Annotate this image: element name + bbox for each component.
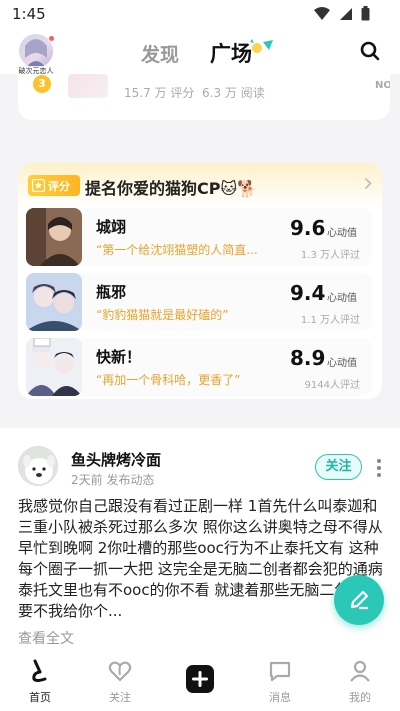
home-icon <box>32 659 47 682</box>
cp-thumbnail <box>26 273 82 331</box>
cp-quote: “豹豹猫猫就是最好磕的” <box>96 308 229 322</box>
rank-badge: 3 <box>33 75 51 93</box>
next-rank-label: NO. <box>375 80 390 91</box>
nav-messages-label: 消息 <box>269 691 291 704</box>
read-more-link[interactable]: 查看全文 <box>18 628 74 648</box>
nav-messages[interactable]: 消息 <box>255 659 305 705</box>
cp-score-unit: 心动值 <box>327 228 357 239</box>
cp-quote: “第一个给沈翊猫塑的人简直... <box>96 243 258 257</box>
status-bar: 1:45 <box>0 0 400 28</box>
cp-item-2[interactable]: 快新！ “再加一个骨科哈，更香了” 8.9 心动值 9144人评过 <box>26 338 372 396</box>
message-icon <box>269 661 291 682</box>
cp-score-unit: 心动值 <box>327 358 357 369</box>
post-meta: 2天前 发布动态 <box>71 473 155 487</box>
battery-icon <box>361 6 370 21</box>
cp-name: 城翊 <box>96 218 127 236</box>
search-icon[interactable] <box>360 41 380 61</box>
ranking-ratings: 15.7 万 评分 <box>124 86 195 100</box>
pencil-icon <box>350 590 369 610</box>
cp-card-header[interactable]: 评分 提名你爱的猫狗CP🐱🐕 <box>18 163 382 207</box>
cp-score: 9.6 <box>290 216 326 240</box>
cp-quote: “再加一个骨科哈，更香了” <box>96 373 241 387</box>
top-header: 破次元恋人 发现 广场 <box>0 28 400 76</box>
cp-name: 瓶邪 <box>96 283 127 301</box>
cp-thumbnail <box>26 208 82 266</box>
bottom-navigation: 首页 关注 消息 我的 <box>0 653 400 711</box>
cp-item-1[interactable]: 瓶邪 “豹豹猫猫就是最好磕的” 9.4 心动值 1.1 万人评过 <box>26 273 372 331</box>
post-author-avatar[interactable] <box>18 446 58 486</box>
cp-score: 8.9 <box>290 346 326 370</box>
cp-raters: 1.3 万人评过 <box>300 250 360 261</box>
nav-home-label: 首页 <box>29 691 51 704</box>
nav-create[interactable] <box>175 665 225 697</box>
status-time: 1:45 <box>12 5 46 23</box>
signal-icon <box>340 7 352 20</box>
nav-me-label: 我的 <box>349 691 371 704</box>
feed-post: 鱼头牌烤冷面 2天前 发布动态 关注 我感觉你自己跟没有看过正剧一样 1首先什么… <box>0 428 400 653</box>
sparkle-decoration-icon <box>250 39 273 53</box>
ranking-reads: 6.3 万 阅读 <box>202 86 265 100</box>
nav-follow-label: 关注 <box>109 691 131 704</box>
ranking-thumbnail <box>68 74 108 98</box>
cp-score-unit: 心动值 <box>327 293 357 304</box>
more-options-icon[interactable] <box>376 458 382 478</box>
nav-home[interactable]: 首页 <box>15 659 65 705</box>
rating-badge-label: 评分 <box>48 179 70 193</box>
follow-button[interactable]: 关注 <box>315 454 362 480</box>
cp-section-title: 提名你爱的猫狗CP🐱🐕 <box>85 179 258 198</box>
cp-score: 9.4 <box>290 281 326 305</box>
post-body[interactable]: 我感觉你自己跟没有看过正剧一样 1首先什么叫泰迦和三重小队被杀死过那么多次 照你… <box>18 496 386 622</box>
compose-button[interactable] <box>334 575 384 625</box>
plus-icon <box>186 665 214 693</box>
chevron-right-icon[interactable] <box>364 177 372 190</box>
ranking-strip[interactable]: 3 15.7 万 评分 6.3 万 阅读 NO. <box>18 74 390 120</box>
nav-me[interactable]: 我的 <box>335 659 385 705</box>
tab-plaza[interactable]: 广场 <box>210 38 252 68</box>
rating-badge: 评分 <box>28 175 80 196</box>
notification-dot <box>48 35 55 42</box>
cp-name: 快新！ <box>96 348 142 366</box>
cp-item-0[interactable]: 城翊 “第一个给沈翊猫塑的人简直... 9.6 心动值 1.3 万人评过 <box>26 208 372 266</box>
nav-follow[interactable]: 关注 <box>95 659 145 705</box>
profile-avatar-button[interactable]: 破次元恋人 <box>16 34 56 76</box>
user-icon <box>350 660 370 682</box>
heart-icon <box>108 661 132 682</box>
wifi-icon <box>314 6 330 20</box>
cp-raters: 9144人评过 <box>304 380 360 391</box>
post-author-name[interactable]: 鱼头牌烤冷面 <box>71 449 161 470</box>
cp-thumbnail <box>26 338 82 396</box>
cp-raters: 1.1 万人评过 <box>300 315 360 326</box>
star-icon <box>32 179 45 192</box>
status-icons <box>313 6 370 21</box>
tab-discover[interactable]: 发现 <box>141 40 179 67</box>
cp-rating-card: 评分 提名你爱的猫狗CP🐱🐕 城翊 “第一个给沈翊猫塑的人简直... 9.6 心… <box>18 163 382 399</box>
